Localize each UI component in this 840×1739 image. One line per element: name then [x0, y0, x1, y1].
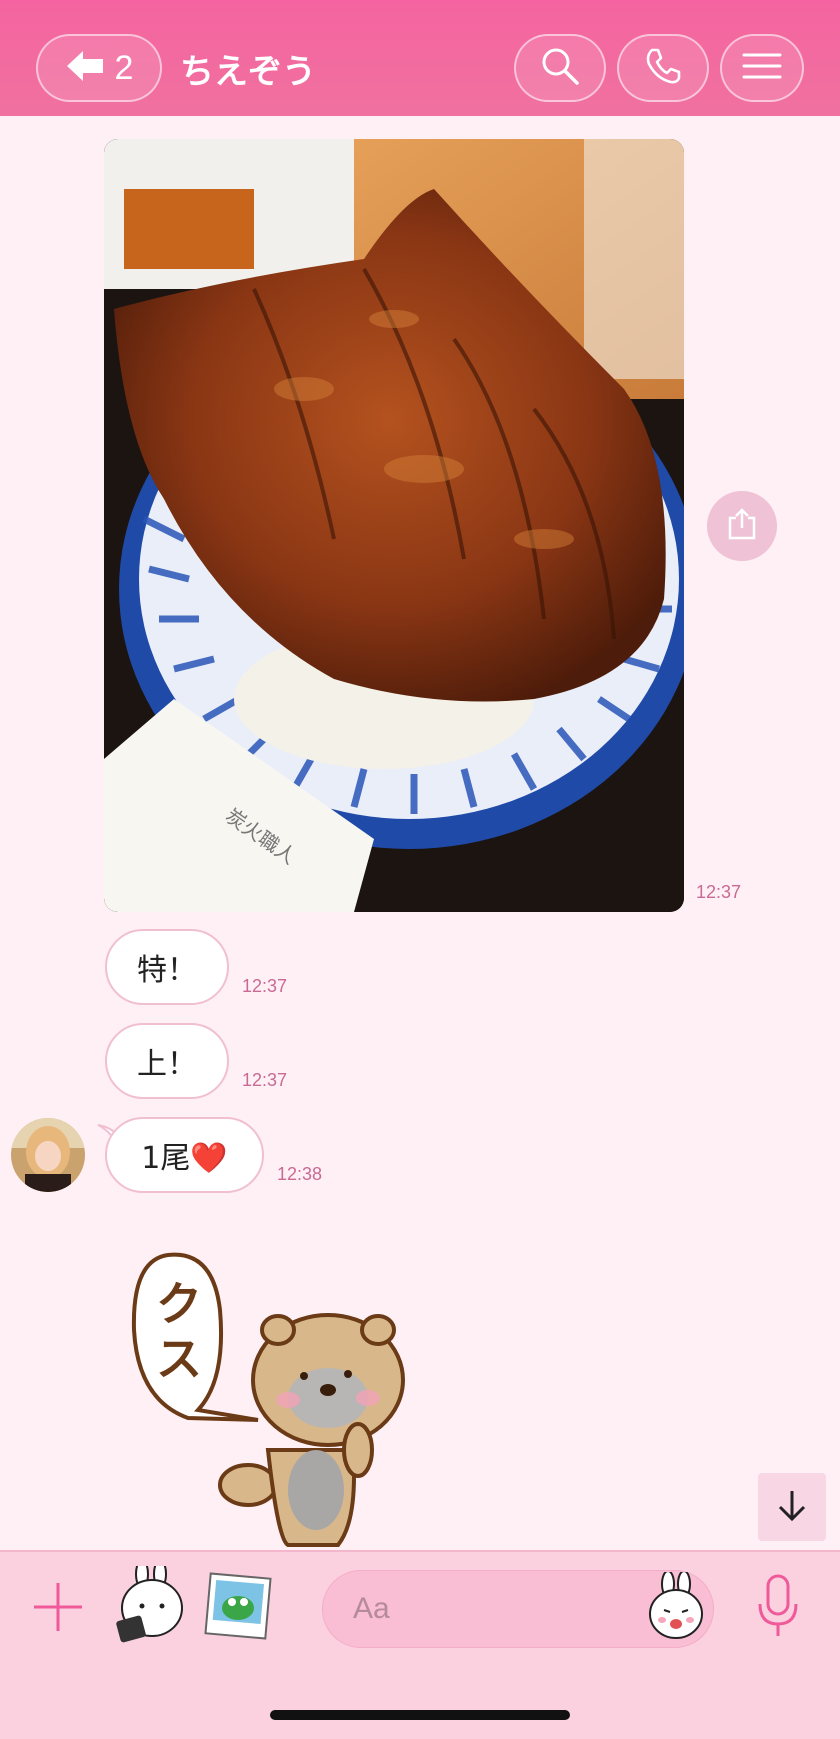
- scroll-to-bottom-button[interactable]: [758, 1473, 826, 1541]
- message-time: 12:37: [696, 882, 742, 902]
- home-indicator: [270, 1710, 570, 1720]
- message-time: 12:38: [277, 1164, 323, 1184]
- plus-icon: [32, 1581, 84, 1637]
- unread-count: 2: [114, 48, 134, 87]
- share-icon: [724, 506, 760, 546]
- chat-header: 2 ちえぞう: [0, 0, 840, 116]
- avatar[interactable]: [11, 1118, 85, 1192]
- chat-title: ちえぞう: [180, 52, 316, 92]
- search-button[interactable]: [514, 34, 606, 102]
- voice-button[interactable]: [756, 1574, 800, 1642]
- share-button[interactable]: [707, 491, 777, 561]
- sticker-button[interactable]: [112, 1559, 186, 1650]
- phone-icon: [643, 46, 683, 90]
- arrow-left-icon: [65, 49, 105, 87]
- message-text: 上！: [137, 1047, 197, 1082]
- message-bubble[interactable]: 特！: [105, 929, 229, 1005]
- message-input[interactable]: [353, 1589, 603, 1629]
- sticker-message[interactable]: ク ス: [128, 1250, 448, 1550]
- emoji-button[interactable]: [646, 1570, 706, 1644]
- tanuki-sticker: ク ス: [131, 1252, 405, 1547]
- back-button[interactable]: 2: [36, 34, 162, 102]
- menu-button[interactable]: [720, 34, 804, 102]
- arrow-down-icon: [775, 1488, 809, 1526]
- sticker-text-2: ス: [156, 1332, 202, 1386]
- unadon-photo: 炭火職人: [104, 139, 684, 912]
- message-time: 12:37: [242, 976, 288, 996]
- call-button[interactable]: [617, 34, 709, 102]
- sticker-text-1: ク: [156, 1277, 202, 1331]
- message-text: 特！: [137, 953, 197, 988]
- emoji-icon: [646, 1570, 706, 1644]
- sticker-icon: [112, 1559, 186, 1650]
- microphone-icon: [756, 1574, 800, 1642]
- photo-message[interactable]: 炭火職人: [104, 139, 684, 912]
- message-bubble[interactable]: 1尾❤️: [105, 1117, 264, 1193]
- photo-button[interactable]: [204, 1572, 272, 1644]
- photo-icon: [204, 1572, 272, 1644]
- message-bubble[interactable]: 上！: [105, 1023, 229, 1099]
- message-time: 12:37: [242, 1070, 288, 1090]
- search-icon: [539, 45, 581, 91]
- menu-icon: [742, 51, 782, 85]
- add-button[interactable]: [28, 1583, 88, 1635]
- message-text: 1尾❤️: [141, 1141, 228, 1176]
